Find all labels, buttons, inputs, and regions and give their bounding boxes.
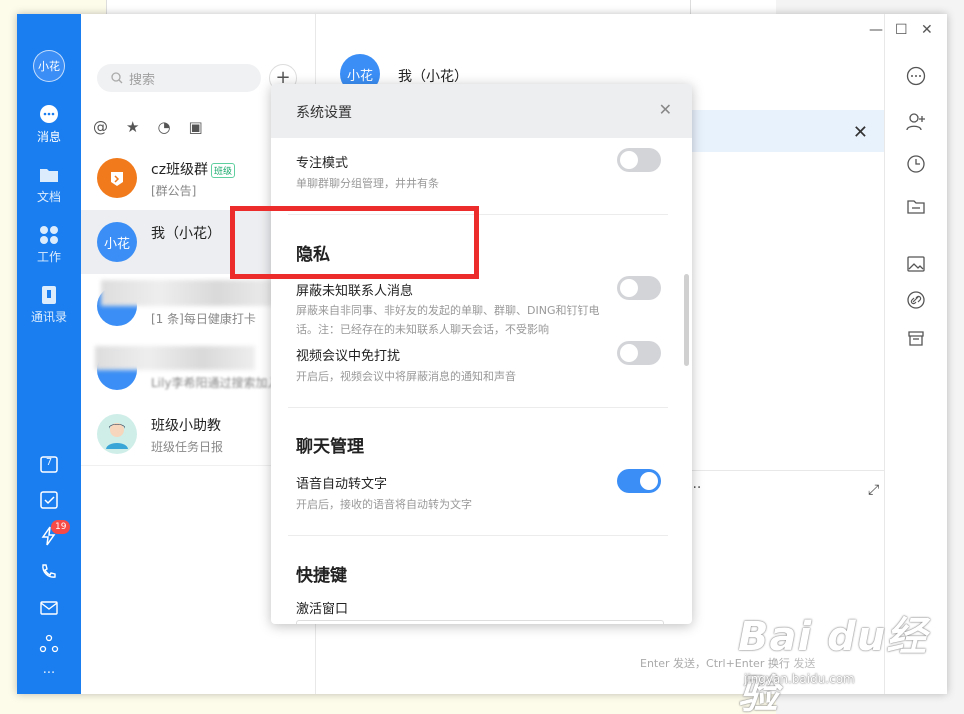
- nav-label: 通讯录: [30, 310, 67, 324]
- nav-label: 工作: [36, 250, 61, 264]
- group-avatar-icon: [97, 158, 137, 198]
- watermark-brand: Bai du经验: [738, 614, 928, 714]
- filter-row: @ ★ ◔ ▣: [93, 118, 203, 142]
- link-icon[interactable]: [905, 290, 927, 312]
- divider: [288, 407, 668, 408]
- contacts-icon: [38, 284, 60, 306]
- shortcut-input[interactable]: [296, 620, 664, 624]
- more-circle-icon[interactable]: [905, 66, 927, 88]
- scrollbar[interactable]: [684, 274, 689, 366]
- class-tag: 班级: [211, 162, 236, 178]
- block-unknown-toggle[interactable]: [617, 276, 661, 300]
- search-icon: [111, 72, 123, 84]
- block-unknown-desc: 屏蔽来自非同事、非好友的发起的单聊、群聊、DING和钉钉电话。注：已经存在的未知…: [296, 304, 600, 336]
- chat-bubble-icon: [38, 104, 60, 126]
- search-placeholder: 搜索: [129, 72, 156, 88]
- more-button[interactable]: ···: [17, 666, 81, 681]
- call-button[interactable]: [17, 562, 81, 587]
- highlight-box: [230, 206, 479, 279]
- phone-icon: [42, 564, 56, 578]
- nav-item-messages[interactable]: 消息: [17, 104, 81, 145]
- background-window-strip-2: [690, 0, 776, 14]
- assistant-avatar-icon: [97, 414, 137, 454]
- ding-button[interactable]: 19: [17, 520, 81, 551]
- recent-filter-icon[interactable]: ◔: [157, 118, 170, 142]
- calendar-day: 7: [45, 457, 53, 468]
- nav-item-docs[interactable]: 文档: [17, 164, 81, 205]
- conversation-name: 我（小花）: [151, 226, 221, 242]
- maximize-button[interactable]: ☐: [895, 22, 908, 38]
- conversation-preview: [1 条]每日健康打卡: [151, 312, 256, 326]
- baidu-watermark: Bai du经验 jingyan.baidu.com: [738, 604, 964, 714]
- conversation-avatar: 小花: [97, 222, 137, 262]
- close-icon[interactable]: ✕: [853, 122, 868, 143]
- grid-icon: [38, 224, 60, 246]
- watermark-url: jingyan.baidu.com: [744, 672, 855, 686]
- divider: [288, 535, 668, 536]
- user-avatar[interactable]: 小花: [33, 50, 65, 82]
- files-icon[interactable]: [905, 196, 927, 218]
- shortcuts-heading: 快捷键: [296, 566, 347, 586]
- block-unknown-title: 屏蔽未知联系人消息: [296, 284, 414, 299]
- history-icon[interactable]: [905, 154, 927, 176]
- network-button[interactable]: [17, 634, 81, 659]
- archive-filter-icon[interactable]: ▣: [189, 118, 203, 142]
- focus-mode-title: 专注模式: [296, 156, 349, 171]
- minimize-button[interactable]: —: [869, 22, 883, 38]
- background-window-strip: [106, 0, 776, 14]
- left-nav: 小花 消息 文档 工作 通讯录 7 19 ···: [17, 14, 81, 694]
- network-icon: [39, 634, 59, 653]
- voice-to-text-title: 语音自动转文字: [296, 477, 388, 492]
- focus-mode-toggle[interactable]: [617, 148, 661, 172]
- conversation-preview: Lily李希阳通过搜索加入: [151, 376, 280, 390]
- right-toolbar: — ☐ ✕: [869, 14, 947, 694]
- mail-icon: [40, 601, 58, 615]
- expand-icon[interactable]: ⤢: [868, 482, 879, 498]
- video-dnd-toggle[interactable]: [617, 341, 661, 365]
- nav-item-contacts[interactable]: 通讯录: [17, 284, 81, 325]
- checkbox-icon: [40, 491, 58, 509]
- conversation-name: 班级小助教: [151, 418, 221, 434]
- video-dnd-desc: 开启后，视频会议中将屏蔽消息的通知和声音: [296, 370, 516, 383]
- voice-to-text-toggle[interactable]: [617, 469, 661, 493]
- folder-icon: [38, 164, 60, 186]
- blurred-name: [95, 346, 255, 370]
- mail-button[interactable]: [17, 598, 81, 623]
- focus-mode-desc: 单聊群聊分组管理，井井有条: [296, 177, 439, 190]
- conversation-preview: [群公告]: [151, 184, 197, 198]
- todo-button[interactable]: [17, 490, 81, 515]
- nav-item-work[interactable]: 工作: [17, 224, 81, 265]
- image-icon[interactable]: [905, 254, 927, 276]
- ding-badge: 19: [51, 520, 71, 534]
- mention-filter-icon[interactable]: @: [93, 118, 108, 142]
- close-button[interactable]: ✕: [921, 22, 933, 38]
- activate-window-title: 激活窗口: [296, 602, 349, 617]
- nav-label: 消息: [36, 130, 61, 144]
- add-member-icon[interactable]: [905, 112, 927, 134]
- chat-title: 我（小花）: [398, 69, 468, 85]
- voice-to-text-desc: 开启后，接收的语音将自动转为文字: [296, 498, 472, 511]
- blurred-name: [101, 280, 276, 306]
- calendar-button[interactable]: 7: [17, 454, 81, 479]
- close-icon[interactable]: ✕: [659, 100, 672, 119]
- chat-mgmt-heading: 聊天管理: [296, 437, 364, 457]
- conversation-name: cz班级群 班级: [151, 159, 236, 179]
- settings-dialog: 系统设置 ✕ 专注模式 单聊群聊分组管理，井井有条 隐私 屏蔽未知联系人消息 屏…: [271, 84, 692, 624]
- search-input[interactable]: 搜索: [97, 64, 261, 92]
- conversation-preview: 班级任务日报: [151, 440, 224, 454]
- archive-icon[interactable]: [905, 328, 927, 350]
- settings-title: 系统设置: [296, 105, 352, 121]
- nav-label: 文档: [36, 190, 61, 204]
- video-dnd-title: 视频会议中免打扰: [296, 349, 401, 364]
- star-filter-icon[interactable]: ★: [126, 118, 139, 142]
